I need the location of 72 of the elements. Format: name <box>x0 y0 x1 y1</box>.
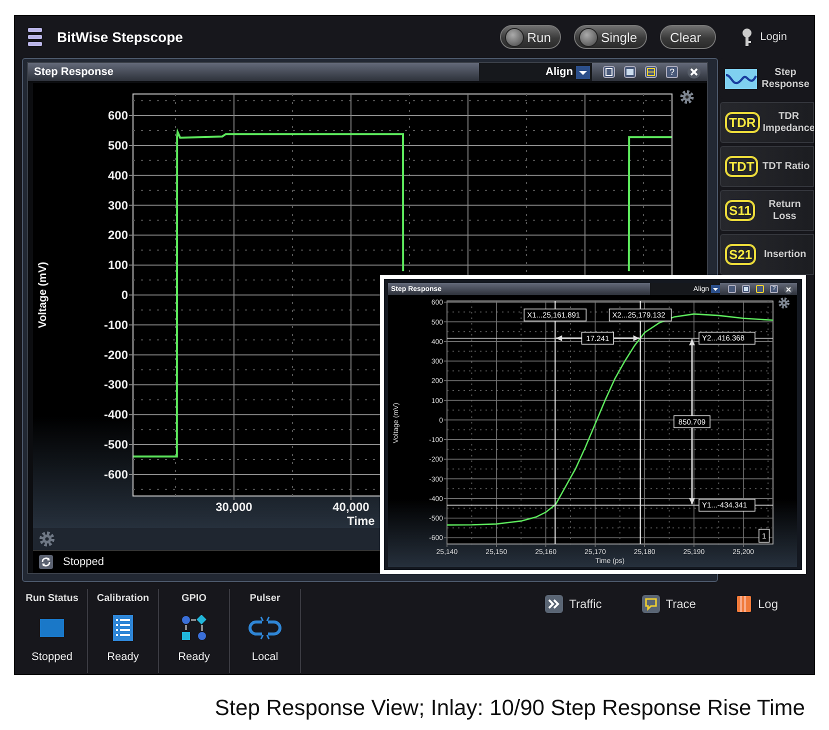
tick-label: -400 <box>104 408 128 422</box>
refresh-icon[interactable] <box>39 555 53 569</box>
waveform-icon <box>725 68 757 88</box>
tick-label: 500 <box>108 138 128 152</box>
close-icon[interactable] <box>687 65 701 79</box>
document-icon[interactable] <box>603 66 615 78</box>
figure-caption: Step Response View; Inlay: 10/90 Step Response Rise Time <box>214 695 805 721</box>
menu-icon[interactable] <box>28 28 42 46</box>
image-icon[interactable] <box>624 66 636 78</box>
view-badge: S11 <box>725 200 756 221</box>
link-icon <box>248 614 282 640</box>
app-title: BitWise Stepscope <box>57 29 183 45</box>
panel-link[interactable]: Trace <box>642 595 696 613</box>
list-icon <box>110 614 136 640</box>
toolbar-button[interactable]: Run <box>500 25 561 49</box>
gear-icon[interactable] <box>39 531 55 547</box>
tick-label: -100 <box>104 318 128 332</box>
tab-label: Step Response <box>760 66 810 90</box>
tick-label: 200 <box>108 228 128 242</box>
tile-title: Pulser <box>250 593 280 604</box>
view-badge: S21 <box>725 244 756 265</box>
double-chevron-icon <box>545 595 564 613</box>
tick-label: -300 <box>104 378 128 392</box>
tab-label: Insertion <box>762 248 808 260</box>
tile-title: Calibration <box>96 593 150 604</box>
caret-icon <box>711 285 720 293</box>
window-title: Step Response <box>34 66 114 78</box>
layout-icon[interactable] <box>645 66 657 78</box>
view-badge: TDR <box>725 112 760 133</box>
comment-icon <box>642 595 660 613</box>
tile-title: GPIO <box>181 593 206 604</box>
tick-label: 400 <box>108 168 128 182</box>
close-icon[interactable] <box>784 284 793 294</box>
tile-value: Ready <box>178 651 210 663</box>
caret-icon <box>576 66 590 78</box>
tile-value: Ready <box>107 651 139 663</box>
book-icon <box>736 595 752 613</box>
tick-label: 300 <box>108 198 128 212</box>
document-icon[interactable] <box>728 285 736 293</box>
axis-title: Voltage (mV) <box>37 262 49 328</box>
view-tab[interactable]: S21 Insertion <box>720 234 814 275</box>
view-badge: TDT <box>725 156 758 177</box>
flow-icon <box>181 614 207 640</box>
tab-label: Return Loss <box>768 198 802 222</box>
help-button[interactable]: ? <box>666 66 678 78</box>
tick-label: -500 <box>104 438 128 452</box>
panel-link[interactable]: Traffic <box>545 595 602 613</box>
panel-link[interactable]: Log <box>736 595 778 613</box>
tick-label: 0 <box>121 288 128 302</box>
tick-label: 600 <box>108 108 128 123</box>
toolbar-button[interactable]: Clear <box>660 25 716 49</box>
gear-icon[interactable] <box>778 298 790 308</box>
toolbar-button[interactable]: Single <box>574 25 648 49</box>
key-icon <box>742 28 752 46</box>
tick-label: -200 <box>104 348 128 362</box>
tick-label: 40,000 <box>332 500 370 514</box>
image-icon[interactable] <box>742 285 750 293</box>
tile-value: Local <box>252 651 278 663</box>
tile-value: Stopped <box>32 651 72 663</box>
tab-label: TDT Ratio <box>762 160 811 172</box>
tick-label: -600 <box>104 467 128 482</box>
axis-title: Time <box>347 514 375 528</box>
view-tab[interactable]: S11 Return Loss <box>720 190 814 231</box>
tick-label: 100 <box>108 258 128 272</box>
login-link[interactable]: Login <box>742 28 787 46</box>
status-text: Stopped <box>63 556 104 568</box>
tile-title: Run Status <box>26 593 78 604</box>
layout-icon[interactable] <box>756 285 764 293</box>
tick-label: 30,000 <box>216 500 252 514</box>
align-dropdown[interactable]: Align <box>479 63 592 81</box>
view-tab[interactable]: TDT TDT Ratio <box>720 146 814 187</box>
gear-icon[interactable] <box>680 90 694 104</box>
